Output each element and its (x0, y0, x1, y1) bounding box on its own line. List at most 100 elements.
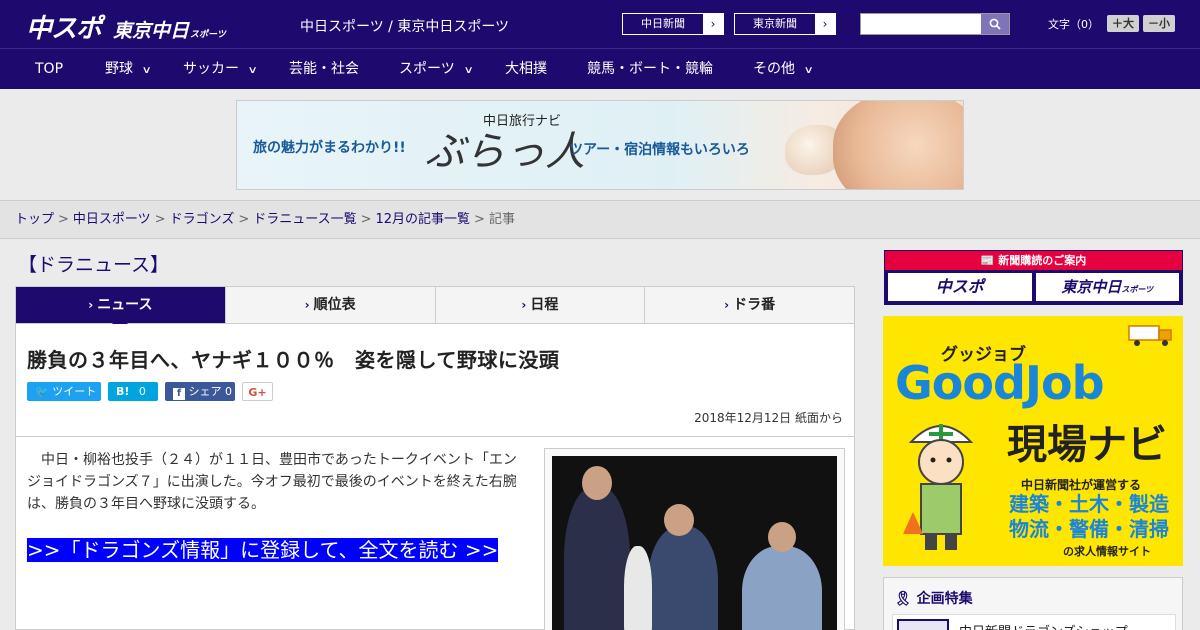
chevron-right-icon: › (304, 298, 310, 312)
breadcrumb-news-list[interactable]: ドラニュース一覧 (253, 212, 356, 227)
subscription-box: 📰 新聞購読のご案内 中スポ 東京中日スポーツ (884, 250, 1183, 305)
chevron-down-icon: ∨ (247, 65, 258, 76)
special-feature-box: 🎗 企画特集 中日新聞ドラゴンズショップ (883, 577, 1183, 630)
chevron-right-icon: › (521, 298, 527, 312)
ad-main-title: ぶらっ人 (425, 129, 585, 175)
tab-schedule[interactable]: › 日程 (436, 287, 646, 323)
breadcrumb-sep: > (360, 212, 372, 227)
subscription-header: 📰 新聞購読のご案内 (885, 251, 1182, 270)
article-photo[interactable] (544, 448, 845, 630)
site-logo[interactable]: 中スポ 東京中日 スポーツ (26, 8, 226, 44)
job-categories-line2: 物流・警備・清掃 (1009, 517, 1169, 541)
worker-illustration (903, 424, 974, 550)
goodjob-operator: 中日新聞社が運営する (1021, 478, 1142, 492)
facebook-icon: f (173, 388, 185, 400)
nav-top[interactable]: TOP (35, 49, 63, 89)
goodjob-ad[interactable]: グッジョブ GoodJob 現場ナビ 中日新聞社が運営する 建築・土木・製造 物… (883, 316, 1183, 566)
special-feature-item[interactable]: 中日新聞ドラゴンズショップ (892, 614, 1176, 630)
hatena-count: 0 (138, 385, 146, 398)
section-tabs: › ニュース › 順位表 › 日程 › ドラ番 (15, 286, 855, 331)
article-body: 中日・柳裕也投手（２４）が１１日、豊田市であったトークイベント「エンジョイドラゴ… (15, 437, 855, 630)
subscribe-b-small-label: スポーツ (1121, 285, 1154, 294)
subscribe-chuspo-button[interactable]: 中スポ (888, 273, 1032, 301)
breadcrumb-december[interactable]: 12月の記事一覧 (376, 212, 471, 227)
search-button[interactable] (981, 14, 1009, 34)
google-plus-button[interactable]: G+ (242, 382, 273, 401)
nav-sumo[interactable]: 大相撲 (505, 49, 547, 89)
fb-share-count: 0 (225, 385, 232, 398)
photo-person (624, 546, 652, 630)
site-title: 中日スポーツ / 東京中日スポーツ (300, 19, 510, 35)
logo-tokyo-chunichi: 東京中日 (113, 20, 190, 42)
photo-face (582, 466, 612, 500)
ext-link-label: 中日新聞 (641, 17, 685, 30)
breadcrumb-sep: > (58, 212, 69, 227)
font-size-label: 文字（0） (1048, 17, 1099, 31)
genba-navi-title: 現場ナビ (1007, 422, 1167, 468)
tokyo-shimbun-link[interactable]: 東京新聞 › (734, 13, 836, 35)
search-input[interactable] (861, 14, 981, 34)
tab-label: 日程 (530, 297, 559, 313)
section-title: 【ドラニュース】 (18, 254, 170, 276)
chevron-down-icon: ∨ (463, 65, 474, 76)
ext-link-label: 東京新聞 (753, 17, 797, 30)
goodjob-logo: GoodJob (895, 356, 1105, 410)
nav-keiba[interactable]: 競馬・ボート・競輪 (587, 49, 713, 89)
chevron-down-icon: ∨ (141, 65, 152, 76)
breadcrumb: トップ > 中日スポーツ > ドラゴンズ > ドラニュース一覧 >12月の記事一覧 > 記事 (0, 200, 1200, 239)
photo-person (648, 526, 718, 630)
article-date: 2018年12月12日 紙面から (694, 411, 843, 425)
fb-share-label: シェア (188, 385, 222, 398)
tweet-button[interactable]: 🐦 ツイート (27, 382, 101, 401)
photo-person (742, 546, 822, 630)
model-photo (833, 101, 963, 189)
nav-label: スポーツ (399, 61, 455, 77)
chunichi-shimbun-link[interactable]: 中日新聞 › (622, 13, 724, 35)
breadcrumb-dragons[interactable]: ドラゴンズ (170, 212, 235, 227)
cta-label: >>「ドラゴンズ情報」に登録して、全文を読む >> (27, 538, 499, 562)
breadcrumb-chunichi-sports[interactable]: 中日スポーツ (73, 212, 151, 227)
nav-soccer[interactable]: サッカー ∨ (183, 49, 258, 89)
tab-news[interactable]: › ニュース (16, 287, 226, 331)
photo-face (768, 522, 796, 552)
search-icon (989, 18, 1001, 30)
breadcrumb-sep: > (238, 212, 250, 227)
nav-sports[interactable]: スポーツ ∨ (399, 49, 474, 89)
subscribe-tokyo-chunichi-button[interactable]: 東京中日スポーツ (1035, 273, 1179, 301)
tab-doraban[interactable]: › ドラ番 (645, 287, 854, 323)
tab-standings[interactable]: › 順位表 (226, 287, 436, 323)
register-cta-link[interactable]: >>「ドラゴンズ情報」に登録して、全文を読む >> (27, 535, 522, 565)
event-photo (552, 456, 837, 630)
travel-ad-banner[interactable]: 中日旅行ナビ 旅の魅力がまるわかり!! ぶらっ人 ツアー・宿泊情報もいろいろ (236, 100, 964, 190)
special-feature-item-label: 中日新聞ドラゴンズショップ (959, 621, 1128, 630)
breadcrumb-current: 記事 (488, 212, 515, 227)
newspaper-icon: 📰 (980, 254, 995, 267)
nav-others[interactable]: その他 ∨ (753, 49, 814, 89)
special-feature-thumbnail (897, 619, 949, 630)
nav-baseball[interactable]: 野球 ∨ (105, 49, 152, 89)
tweet-label: ツイート (52, 385, 97, 398)
ad-left-copy: 旅の魅力がまるわかり!! (253, 140, 406, 156)
nav-label: サッカー (183, 61, 239, 77)
logo-sports-small: スポーツ (190, 30, 226, 40)
nav-entertainment[interactable]: 芸能・社会 (289, 49, 359, 89)
hatena-bookmark-button[interactable]: B! 0 (108, 382, 158, 401)
breadcrumb-sep: > (154, 212, 166, 227)
article-headline: 勝負の３年目へ、ヤナギ１００％ 姿を隠して野球に没頭 (27, 348, 560, 372)
tab-label: ニュース (97, 297, 153, 313)
chevron-right-icon: › (703, 14, 723, 34)
twitter-icon: 🐦 (35, 385, 49, 398)
facebook-share-button[interactable]: f シェア 0 (165, 382, 235, 401)
font-smaller-button[interactable]: －小 (1143, 15, 1175, 32)
goodjob-tagline: の求人情報サイト (1063, 545, 1151, 558)
photo-face (664, 504, 694, 536)
chevron-right-icon: › (88, 298, 94, 312)
breadcrumb-top[interactable]: トップ (15, 212, 54, 227)
job-categories: 建築・土木・製造 物流・警備・清掃 (999, 492, 1179, 542)
nav-label: 野球 (105, 61, 133, 77)
subscription-header-label: 新聞購読のご案内 (998, 254, 1087, 267)
special-feature-title-label: 企画特集 (916, 591, 973, 607)
subscription-buttons: 中スポ 東京中日スポーツ (885, 270, 1182, 304)
ribbon-icon: 🎗 (894, 591, 912, 607)
font-bigger-button[interactable]: ＋大 (1107, 15, 1139, 32)
